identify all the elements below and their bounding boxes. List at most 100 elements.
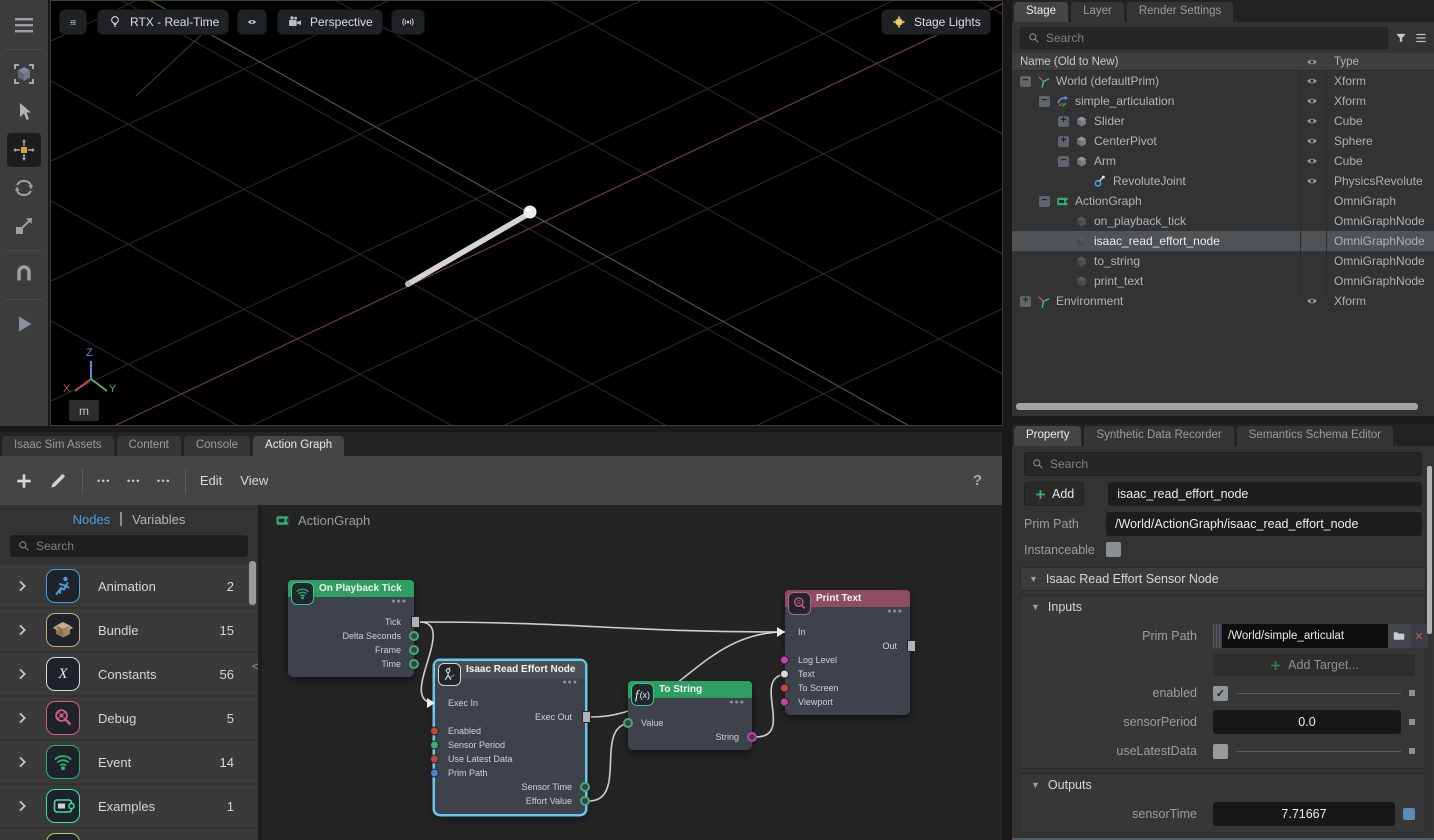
bottom-tab-console[interactable]: Console: [184, 436, 250, 456]
tree-row-centerpivot[interactable]: +CenterPivotSphere: [1012, 131, 1434, 151]
list-options-icon[interactable]: [1414, 31, 1428, 45]
render-mode-button[interactable]: RTX - Real-Time: [97, 9, 229, 35]
bottom-tab-content[interactable]: Content: [117, 436, 181, 456]
library-scrollbar[interactable]: [249, 561, 256, 605]
inputs-header[interactable]: ▼ Inputs: [1021, 596, 1425, 618]
port-connector-delta_seconds[interactable]: [409, 631, 419, 641]
port-to_screen[interactable]: To Screen: [785, 681, 910, 695]
tree-row-isaac-read-effort-node[interactable]: isaac_read_effort_nodeOmniGraphNode: [1012, 231, 1434, 251]
sensor-time-swatch[interactable]: [1403, 808, 1415, 820]
collapse-icon[interactable]: −: [1039, 196, 1050, 207]
graph-toolbar-dots-1[interactable]: •••: [97, 476, 111, 486]
visibility-button[interactable]: [237, 9, 267, 35]
outputs-header[interactable]: ▼ Outputs: [1021, 774, 1425, 796]
help-button[interactable]: ?: [973, 472, 982, 489]
library-category-debug[interactable]: Debug5: [0, 697, 258, 739]
port-out[interactable]: Out: [785, 639, 910, 653]
chevron-right-icon[interactable]: [14, 798, 30, 814]
property-tab-semantics-schema-editor[interactable]: Semantics Schema Editor: [1237, 426, 1393, 446]
port-connector-log_level[interactable]: [780, 656, 789, 665]
library-search[interactable]: [10, 535, 248, 557]
column-name[interactable]: Name (Old to New): [1020, 56, 1118, 68]
port-connector-frame[interactable]: [409, 645, 419, 655]
port-connector-text[interactable]: [780, 670, 789, 679]
expand-icon[interactable]: +: [1058, 136, 1069, 147]
tree-row-actiongraph[interactable]: −ActionGraphOmniGraph: [1012, 191, 1434, 211]
stage-search-input[interactable]: [1046, 31, 1381, 45]
port-connector-effort_value[interactable]: [580, 796, 590, 806]
library-category-examples[interactable]: Examples1: [0, 785, 258, 827]
prim-path-target[interactable]: ✕: [1213, 624, 1428, 648]
sensor-time-field[interactable]: [1213, 802, 1395, 826]
port-sensor_time[interactable]: Sensor Time: [435, 780, 585, 794]
graph-node-to_string[interactable]: f(x)To String●●●ValueString: [628, 681, 752, 750]
prim-name-field[interactable]: [1108, 482, 1422, 506]
prim-path-field[interactable]: [1106, 512, 1422, 536]
port-frame[interactable]: Frame: [288, 643, 414, 657]
viewport-3d[interactable]: RTX - Real-Time Perspective Stage Lights…: [50, 0, 1003, 426]
port-in[interactable]: In: [785, 625, 910, 639]
chevron-right-icon[interactable]: [14, 578, 30, 594]
variables-tab[interactable]: Variables: [132, 512, 185, 527]
property-scrollbar[interactable]: [1427, 466, 1432, 634]
move-tool[interactable]: [7, 133, 41, 167]
port-connector-to_screen[interactable]: [780, 684, 789, 693]
capture-button[interactable]: [391, 9, 425, 35]
port-sensor_period[interactable]: Sensor Period: [435, 738, 585, 752]
port-exec_in[interactable]: Exec In: [435, 696, 585, 710]
instanceable-checkbox[interactable]: [1106, 542, 1121, 557]
library-category-animation[interactable]: Animation2: [0, 565, 258, 607]
stage-hscrollbar[interactable]: [1016, 403, 1418, 410]
clear-target-button[interactable]: ✕: [1410, 624, 1428, 648]
new-graph-button[interactable]: [14, 471, 34, 491]
graph-node-isaac_read_effort_node[interactable]: Isaac Read Effort Node●●●Exec InExec Out…: [435, 661, 585, 814]
expand-icon[interactable]: +: [1020, 296, 1031, 307]
main-menu-tool[interactable]: [7, 8, 41, 42]
stage-tab-layer[interactable]: Layer: [1071, 2, 1124, 22]
port-connector-exec_in[interactable]: [427, 698, 435, 708]
rotate-tool[interactable]: [7, 171, 41, 205]
port-connector-tick[interactable]: [411, 616, 420, 628]
visibility-eye-icon[interactable]: [1304, 295, 1320, 307]
port-connector-sensor_period[interactable]: [430, 741, 439, 750]
property-search-input[interactable]: [1050, 457, 1415, 471]
graph-canvas[interactable]: ActionGraph On Playback Tick●●●TickDelta…: [258, 505, 1002, 840]
library-category-event[interactable]: Event14: [0, 741, 258, 783]
tree-row-print-text[interactable]: print_textOmniGraphNode: [1012, 271, 1434, 291]
sidebar-collapse-handle[interactable]: <: [252, 661, 258, 673]
stage-tab-stage[interactable]: Stage: [1014, 2, 1068, 22]
chevron-right-icon[interactable]: [14, 622, 30, 638]
port-exec_out[interactable]: Exec Out: [435, 710, 585, 724]
port-viewport[interactable]: Viewport: [785, 695, 910, 709]
port-connector-string[interactable]: [747, 732, 757, 742]
graph-node-on_playback_tick[interactable]: On Playback Tick●●●TickDelta SecondsFram…: [288, 580, 414, 677]
tree-row-environment[interactable]: +EnvironmentXform: [1012, 291, 1434, 311]
tree-row-to-string[interactable]: to_stringOmniGraphNode: [1012, 251, 1434, 271]
tree-row-slider[interactable]: +SliderCube: [1012, 111, 1434, 131]
chevron-right-icon[interactable]: [14, 710, 30, 726]
port-connector-exec_out[interactable]: [582, 711, 591, 723]
cursor-tool[interactable]: [7, 95, 41, 129]
port-prim_path[interactable]: Prim Path: [435, 766, 585, 780]
bottom-tab-action-graph[interactable]: Action Graph: [253, 436, 344, 456]
port-value[interactable]: Value: [628, 716, 752, 730]
play-tool[interactable]: [7, 307, 41, 341]
sensor-period-field[interactable]: [1213, 710, 1401, 734]
tree-row-arm[interactable]: −ArmCube: [1012, 151, 1434, 171]
visibility-eye-icon[interactable]: [1304, 155, 1320, 167]
drag-handle[interactable]: [1213, 624, 1222, 648]
bottom-tab-isaac-sim-assets[interactable]: Isaac Sim Assets: [2, 436, 114, 456]
library-category-bundle[interactable]: Bundle15: [0, 609, 258, 651]
visibility-eye-icon[interactable]: [1304, 135, 1320, 147]
port-connector-in[interactable]: [777, 627, 785, 637]
stage-search[interactable]: [1020, 27, 1388, 49]
menu-edit[interactable]: Edit: [200, 473, 222, 488]
sensor-node-section-header[interactable]: ▼ Isaac Read Effort Sensor Node: [1020, 567, 1426, 591]
filter-icon[interactable]: [1394, 31, 1408, 45]
select-tool[interactable]: [7, 57, 41, 91]
add-property-button[interactable]: Add: [1024, 482, 1084, 506]
graph-node-print_text[interactable]: Print Text●●●InOutLog LevelTextTo Screen…: [785, 590, 910, 715]
port-connector-time[interactable]: [409, 659, 419, 669]
port-connector-viewport[interactable]: [780, 698, 789, 707]
library-search-input[interactable]: [36, 539, 241, 553]
